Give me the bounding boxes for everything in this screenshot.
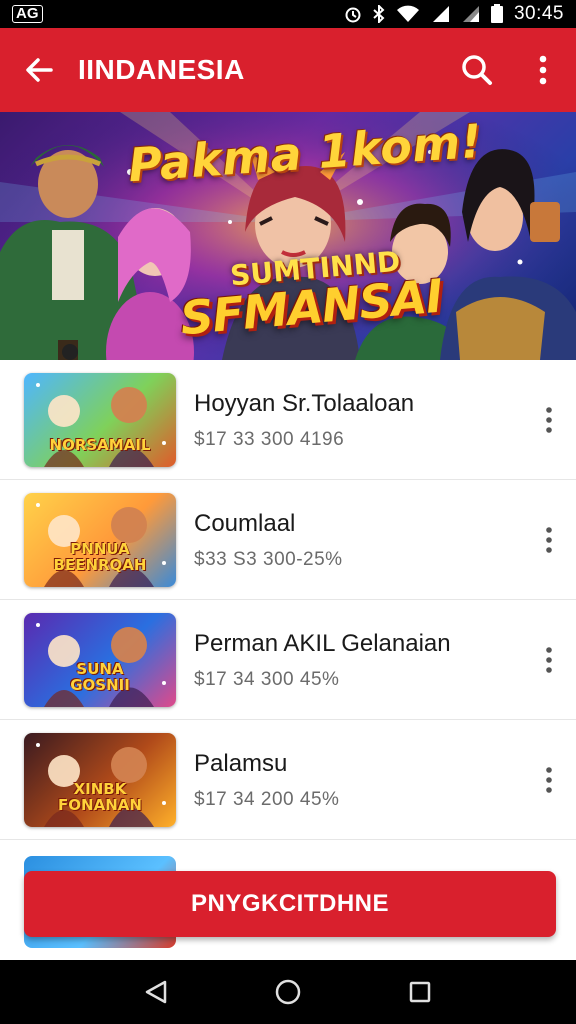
wifi-icon: [396, 5, 420, 23]
list-item-menu-button[interactable]: [522, 480, 576, 600]
list-item-title: Palamsu: [194, 749, 288, 777]
back-button[interactable]: [0, 28, 78, 112]
status-app-badge: AG: [12, 5, 43, 23]
list-item-title: Hoyyan Sr.Tolaaloan: [194, 389, 415, 417]
more-vert-icon: [546, 646, 552, 673]
nav-home-button[interactable]: [258, 960, 318, 1024]
list-item-subtitle: $17 34 300 45%: [194, 668, 340, 690]
list-item-subtitle: $33 S3 300-25%: [194, 548, 343, 570]
overflow-menu-button[interactable]: [510, 28, 576, 112]
status-bar: AG 30:45: [0, 0, 576, 28]
system-nav-bar: [0, 960, 576, 1024]
status-icons: 30:45: [344, 3, 564, 25]
search-button[interactable]: [444, 28, 510, 112]
list-item-text: Coumlaal $33 S3 300-25%: [194, 509, 522, 571]
square-recents-icon: [409, 981, 431, 1003]
list-item[interactable]: XINBK FONANAN Palamsu $17 34 200 45%: [0, 720, 576, 840]
more-vert-icon: [546, 766, 552, 793]
thumbnail-label: NORSAMAIL: [49, 435, 151, 454]
signal-2-icon: [460, 5, 480, 23]
bluetooth-icon: [372, 5, 386, 23]
thumbnail-label: SUNA GOSNII: [70, 659, 130, 694]
nav-back-button[interactable]: [126, 960, 186, 1024]
nav-recents-button[interactable]: [390, 960, 450, 1024]
app-bar: IINDANESIA: [0, 28, 576, 112]
status-time: 30:45: [513, 3, 564, 24]
list-item[interactable]: NORSAMAIL Hoyyan Sr.Tolaaloan $17 33 300 4…: [0, 360, 576, 480]
signal-icon: [430, 5, 450, 23]
list-item-menu-button[interactable]: [522, 720, 576, 840]
list-item-text: Hoyyan Sr.Tolaaloan $17 33 300 4196: [194, 389, 522, 451]
more-vert-icon: [539, 55, 547, 85]
more-vert-icon: [546, 406, 552, 433]
game-thumbnail[interactable]: PNNUA BEENRQAH: [24, 492, 176, 587]
battery-icon: [490, 4, 504, 24]
list-item[interactable]: PNNUA BEENRQAH Coumlaal $33 S3 300-25%: [0, 480, 576, 600]
list-item-subtitle: $17 34 200 45%: [194, 788, 340, 810]
list-item-title: Coumlaal: [194, 509, 296, 537]
list-item-text: Perman AKIL Gelanaian $17 34 300 45%: [194, 629, 522, 691]
game-list: NORSAMAIL Hoyyan Sr.Tolaaloan $17 33 300 4…: [0, 360, 576, 840]
app-screen: AG 30:45 IINDANESIA Pakma 1kom! SUMTINND…: [0, 0, 576, 1024]
list-item[interactable]: SUNA GOSNII Perman AKIL Gelanaian $17 34 3…: [0, 600, 576, 720]
circle-home-icon: [275, 979, 301, 1005]
list-item-subtitle: $17 33 300 4196: [194, 428, 345, 450]
thumbnail-label: XINBK FONANAN: [58, 779, 142, 814]
game-thumbnail[interactable]: XINBK FONANAN: [24, 732, 176, 827]
promo-banner[interactable]: Pakma 1kom! SUMTINND SFMANSAI: [0, 112, 576, 360]
arrow-back-icon: [26, 58, 53, 82]
triangle-back-icon: [145, 980, 167, 1004]
alarm-icon: [344, 5, 362, 23]
thumbnail-label: PNNUA BEENRQAH: [53, 539, 147, 574]
more-vert-icon: [546, 526, 552, 553]
game-thumbnail[interactable]: SUNA GOSNII: [24, 612, 176, 707]
search-icon: [462, 55, 492, 85]
page-title: IINDANESIA: [78, 54, 245, 85]
list-item-title: Perman AKIL Gelanaian: [194, 629, 451, 657]
list-item-menu-button[interactable]: [522, 360, 576, 480]
list-item-text: Palamsu $17 34 200 45%: [194, 749, 522, 811]
list-item-menu-button[interactable]: [522, 600, 576, 720]
primary-cta-button[interactable]: PNYGKCITDHNE: [24, 871, 556, 937]
game-thumbnail[interactable]: NORSAMAIL: [24, 372, 176, 467]
